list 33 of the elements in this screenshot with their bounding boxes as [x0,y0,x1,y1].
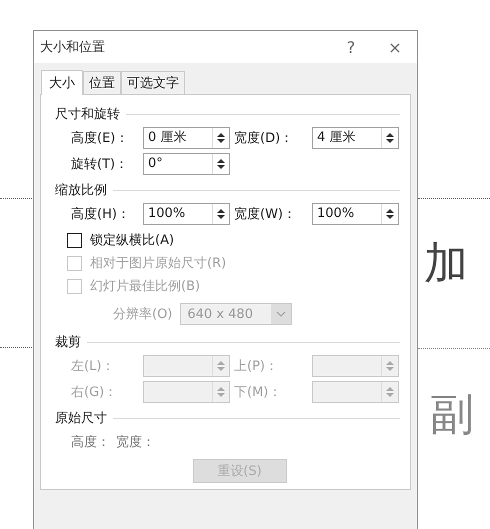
help-button[interactable]: ? [329,33,373,61]
section-heading: 原始尺寸 [55,410,107,427]
spin-field[interactable]: 100% [143,203,230,225]
tab[interactable]: 位置 [83,71,121,94]
field-label: 上(P)： [234,358,279,375]
field-label: 右(G)： [71,384,118,401]
spin-field[interactable]: 0 厘米 [143,127,230,149]
checkbox-label: 相对于图片原始尺寸(R) [90,255,226,272]
field-label: 分辨率(O) [113,306,172,323]
info-label: 高度： [71,434,110,451]
tab[interactable]: 大小 [41,70,83,95]
field-label: 左(L)： [71,358,116,375]
slide-text: 副 [430,393,474,437]
window-title: 大小和位置 [40,39,106,56]
field-label: 下(M)： [234,384,282,401]
checkbox-label: 锁定纵横比(A) [90,232,174,249]
field-label: 旋转(T)： [71,156,130,173]
spin-field[interactable]: 100% [312,203,399,225]
field-label: 高度(H)： [71,206,131,223]
field-label: 宽度(W)： [234,206,297,223]
tab[interactable]: 可选文字 [121,71,185,94]
checkbox-label: 幻灯片最佳比例(B) [90,278,200,295]
info-label: 宽度： [116,434,155,451]
section-heading: 尺寸和旋转 [55,106,120,123]
close-button[interactable]: × [373,33,417,61]
field-label: 宽度(D)： [234,130,294,147]
spin-field[interactable]: 0° [143,153,230,175]
section-heading: 缩放比例 [55,182,107,199]
checkbox[interactable] [67,232,82,248]
section-heading: 裁剪 [55,334,81,351]
field-label: 高度(E)： [71,130,130,147]
slide-text: 加 [424,242,468,286]
spin-field[interactable]: 4 厘米 [312,127,399,149]
